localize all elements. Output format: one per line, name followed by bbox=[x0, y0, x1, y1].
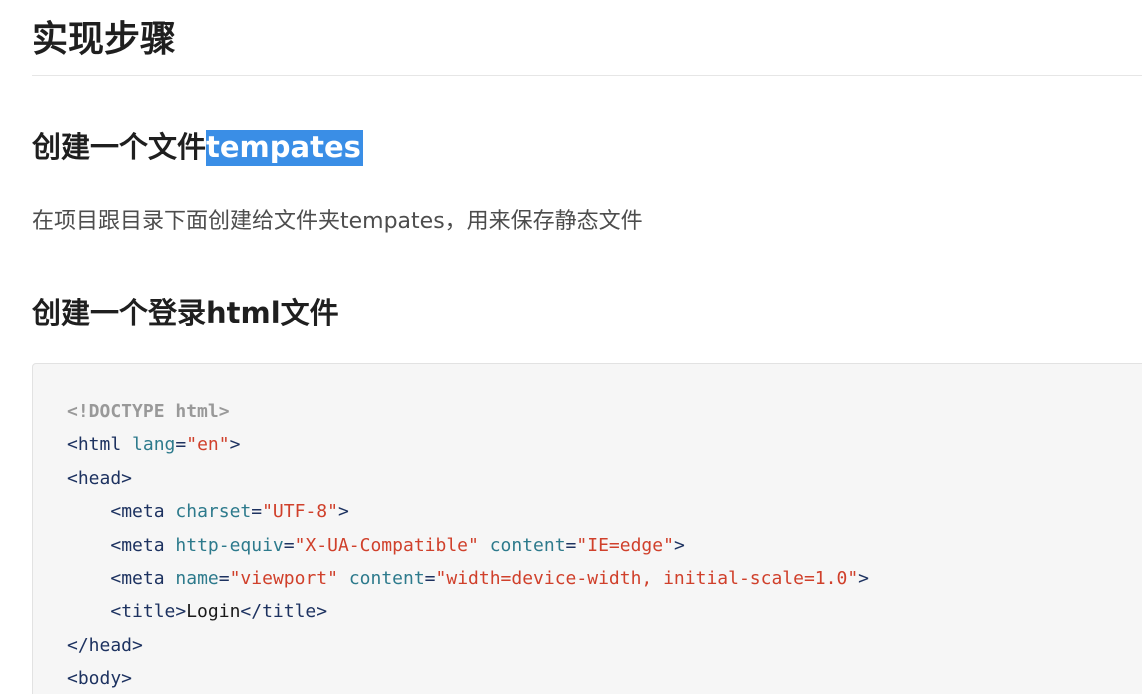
code-token-txt: Login bbox=[186, 601, 241, 623]
code-token-tag: <title> bbox=[110, 601, 187, 623]
code-token-str: "width=device-width, initial-scale=1.0" bbox=[435, 567, 859, 589]
code-content[interactable]: <!DOCTYPE html> <html lang="en"> <head> <m… bbox=[67, 395, 869, 694]
section-heading-prefix: 创建一个文件 bbox=[32, 130, 207, 164]
section-heading-create-login-html: 创建一个登录html文件 bbox=[32, 296, 339, 330]
code-token-attr: charset bbox=[175, 501, 252, 523]
code-token-tag: = bbox=[175, 434, 187, 456]
code-token-attr: lang bbox=[132, 434, 176, 456]
code-line: <meta http-equiv="X-UA-Compatible" conte… bbox=[67, 529, 869, 562]
code-block[interactable]: <!DOCTYPE html> <html lang="en"> <head> <m… bbox=[32, 363, 1142, 694]
code-token-str: "X-UA-Compatible" bbox=[294, 534, 479, 556]
code-line: </head> bbox=[67, 629, 869, 662]
code-token-str: "en" bbox=[186, 434, 230, 456]
code-token-doctype: <!DOCTYPE html> bbox=[67, 401, 230, 422]
code-token-tag: <meta bbox=[110, 534, 176, 556]
code-token-tag: <head> bbox=[67, 467, 133, 489]
code-token-attr: content bbox=[489, 534, 566, 556]
code-token-str: "IE=edge" bbox=[576, 534, 674, 556]
code-line: <html lang="en"> bbox=[67, 428, 869, 461]
code-token-tag: > bbox=[858, 567, 869, 589]
page-title: 实现步骤 bbox=[32, 19, 177, 60]
code-token-tag: <body> bbox=[67, 668, 133, 690]
code-token-tag: <meta bbox=[110, 567, 176, 589]
code-line: <meta name="viewport" content="width=dev… bbox=[67, 562, 869, 595]
code-token-str: "UTF-8" bbox=[262, 501, 338, 523]
code-token-tag: = bbox=[218, 567, 230, 589]
code-token-tag: = bbox=[251, 501, 263, 523]
code-token-attr: name bbox=[175, 567, 219, 589]
code-token-str: "viewport" bbox=[229, 567, 338, 589]
code-token-attr: http-equiv bbox=[175, 534, 284, 556]
code-token-tag: = bbox=[424, 567, 436, 589]
title-divider bbox=[32, 75, 1142, 76]
code-token-tag: > bbox=[229, 434, 241, 456]
code-token-tag: > bbox=[673, 534, 685, 556]
selected-text-highlight[interactable]: tempates bbox=[206, 130, 363, 166]
code-line: <body> bbox=[67, 662, 869, 694]
code-token-tag: </title> bbox=[240, 601, 328, 623]
section-paragraph: 在项目跟目录下面创建给文件夹tempates，用来保存静态文件 bbox=[32, 209, 643, 234]
code-token-tag: <meta bbox=[110, 501, 176, 523]
code-token-tag: > bbox=[337, 501, 349, 523]
code-token-tag: = bbox=[565, 534, 577, 556]
code-token-tag: <html bbox=[67, 434, 133, 456]
code-line: <meta charset="UTF-8"> bbox=[67, 495, 869, 528]
code-line: <title>Login</title> bbox=[67, 595, 869, 628]
code-token-attr: content bbox=[348, 567, 425, 589]
section-heading-create-folder: 创建一个文件tempates bbox=[32, 127, 363, 167]
code-line: <!DOCTYPE html> bbox=[67, 395, 869, 428]
code-token-tag: </head> bbox=[67, 634, 143, 656]
code-token-tag: = bbox=[283, 534, 295, 556]
code-line: <head> bbox=[67, 462, 869, 495]
